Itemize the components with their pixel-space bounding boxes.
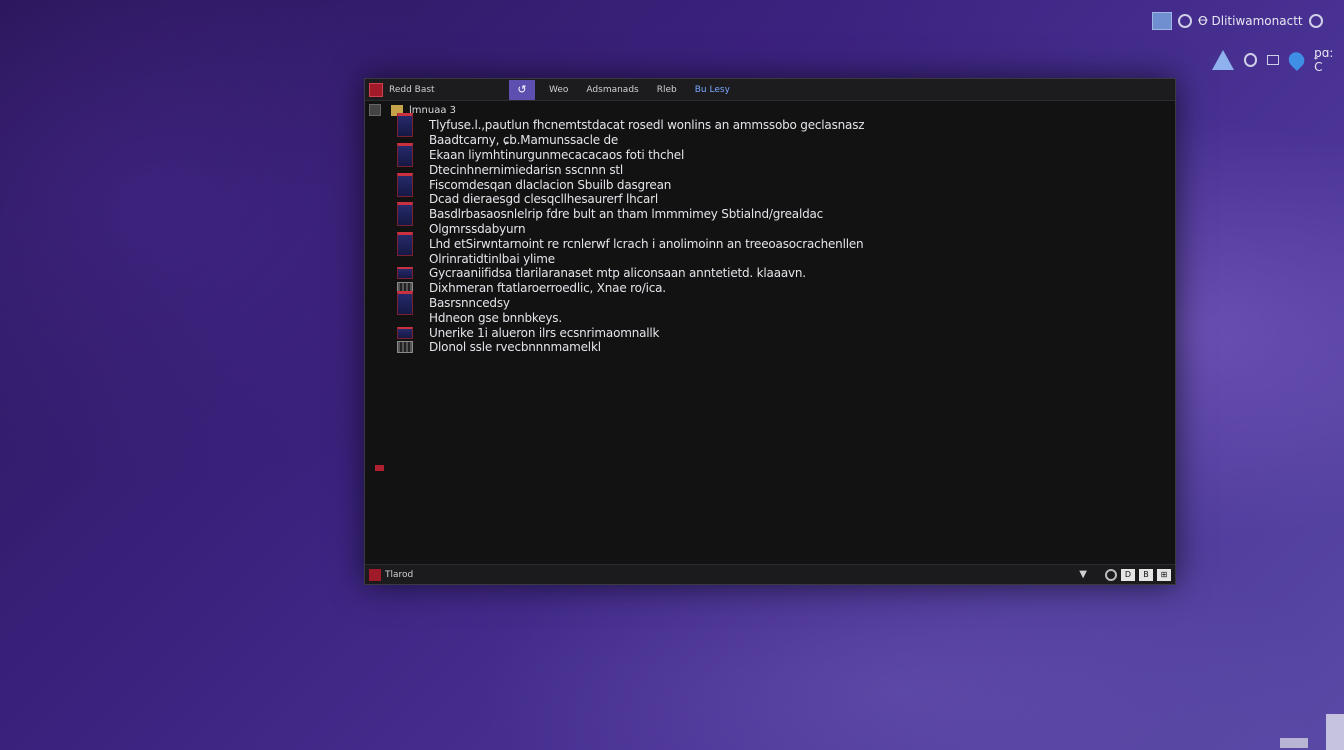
document-file-icon: [397, 231, 413, 256]
status-box-2[interactable]: B: [1139, 568, 1153, 581]
list-item-label: Olgmrssdabyurn: [429, 221, 526, 236]
list-item-label: Tlyfuse.l.,pautlun fhcnemtstdacat rosedl…: [429, 118, 865, 133]
list-item-label: Basdlrbasaosnlelrip fdre bult an tham lm…: [429, 207, 824, 222]
tree-header-label: lmnuaa 3: [409, 104, 456, 116]
document-file-icon: [397, 113, 413, 138]
app-icon[interactable]: [369, 82, 383, 97]
menu-item-2[interactable]: Adsmanads: [586, 85, 638, 95]
status-bar: Tlarod ▼ D B ⊞: [365, 564, 1175, 584]
status-label: Tlarod: [385, 569, 414, 580]
file-list: Tlyfuse.l.,pautlun fhcnemtstdacat rosedl…: [397, 113, 877, 355]
status-ring-icon[interactable]: [1178, 14, 1192, 28]
list-item[interactable]: Dtecinhnernimiedarisn sscnnn stl: [397, 162, 877, 177]
status-app-icon: [369, 568, 381, 581]
list-item-label: Dlonol ssle rvecbnnnmamelkl: [429, 340, 601, 355]
list-item[interactable]: Unerike 1i alueron ilrs ecsnrimaomnallk: [397, 325, 877, 340]
bookmark-marker-icon[interactable]: [375, 465, 384, 471]
tray-bottom-label: ꝑɑ: C: [1314, 46, 1334, 74]
list-item-label: Ekaan liymhtinurgunmecacacaos foti thche…: [429, 147, 685, 162]
list-item-label: Fiscomdesqan dlaclacion Sbuilb dasgrean: [429, 177, 672, 192]
list-item[interactable]: Basrsnncedsy: [397, 290, 877, 315]
list-item[interactable]: Baadtcarny, ɕb.Mamunssacle de: [397, 133, 877, 148]
list-item[interactable]: Gycraaniifidsa tlarilaranaset mtp alicon…: [397, 266, 877, 281]
list-item[interactable]: Lhd etSirwntarnoint re rcnlerwf lcrach i…: [397, 231, 877, 256]
system-tray-top: Ꝋ Dlitiwamonactt: [1152, 12, 1323, 30]
show-desktop-button[interactable]: [1326, 714, 1344, 750]
document-file-icon: [397, 267, 413, 280]
collapse-icon[interactable]: [369, 104, 381, 116]
list-item-label: Dcad dieraesgd clesqcllhesaurerf lhcarl: [429, 192, 658, 207]
file-browser-window: Redd Bast ↺ Weo Adsmanads Rleb Bu Lesy l…: [364, 78, 1176, 585]
list-item[interactable]: Olgmrssdabyurn: [397, 222, 877, 237]
menu-item-1[interactable]: Weo: [549, 85, 568, 95]
eye-icon[interactable]: [1244, 53, 1258, 67]
list-item[interactable]: Dlonol ssle rvecbnnnmamelkl: [397, 340, 877, 355]
sync-icon[interactable]: [1105, 568, 1117, 581]
menu-item-4[interactable]: Bu Lesy: [695, 85, 730, 95]
list-item[interactable]: Ekaan liymhtinurgunmecacacaos foti thche…: [397, 143, 877, 167]
list-item[interactable]: Dixhmeran ftatlaroerroedlic, Xnae ro/ica…: [397, 281, 877, 296]
document-file-icon: [397, 172, 413, 197]
tree-header[interactable]: lmnuaa 3: [369, 103, 1171, 117]
list-item-label: Baadtcarny, ɕb.Mamunssacle de: [429, 133, 619, 148]
system-tray-bottom: ꝑɑ: C: [1212, 46, 1344, 74]
window-titlebar: Redd Bast ↺ Weo Adsmanads Rleb Bu Lesy: [365, 79, 1175, 101]
list-item-label: Dixhmeran ftatlaroerroedlic, Xnae ro/ica…: [429, 281, 666, 296]
file-list-pane: lmnuaa 3 Tlyfuse.l.,pautlun fhcnemtstdac…: [369, 103, 1171, 564]
list-item-label: Gycraaniifidsa tlarilaranaset mtp alicon…: [429, 266, 806, 281]
chevron-down-icon[interactable]: ▼: [1079, 569, 1087, 580]
monitor-icon[interactable]: [1152, 12, 1172, 30]
window-title: Redd Bast: [389, 84, 435, 95]
list-item-label: Dtecinhnernimiedarisn sscnnn stl: [429, 162, 624, 177]
list-item-label: Hdneon gse bnnbkeys.: [429, 310, 562, 325]
list-item[interactable]: Hdneon gse bnnbkeys.: [397, 310, 877, 325]
droplet-icon[interactable]: [1285, 48, 1308, 72]
list-item-label: Lhd etSirwntarnoint re rcnlerwf lcrach i…: [429, 236, 864, 251]
menu-item-3[interactable]: Rleb: [657, 85, 677, 95]
warning-triangle-icon[interactable]: [1212, 50, 1234, 70]
window-icon[interactable]: [1267, 55, 1279, 65]
document-file-icon: [397, 326, 413, 339]
list-item[interactable]: Dcad dieraesgd clesqcllhesaurerf lhcarl: [397, 192, 877, 207]
list-item-label: Basrsnncedsy: [429, 295, 510, 310]
list-item[interactable]: Olrinratidtinlbai ylime: [397, 251, 877, 266]
image-file-icon: [397, 341, 413, 354]
status-box-1[interactable]: D: [1121, 568, 1135, 581]
document-file-icon: [397, 290, 413, 315]
list-item[interactable]: Tlyfuse.l.,pautlun fhcnemtstdacat rosedl…: [397, 113, 877, 138]
status-controls: ▼ D B ⊞: [1079, 568, 1175, 581]
refresh-button[interactable]: ↺: [509, 79, 535, 100]
list-item-label: Olrinratidtinlbai ylime: [429, 251, 555, 266]
status-box-3[interactable]: ⊞: [1157, 568, 1171, 581]
list-item[interactable]: Fiscomdesqan dlaclacion Sbuilb dasgrean: [397, 172, 877, 197]
tray-top-label: Ꝋ Dlitiwamonactt: [1198, 14, 1303, 28]
document-file-icon: [397, 143, 413, 167]
list-item-label: Unerike 1i alueron ilrs ecsnrimaomnallk: [429, 325, 660, 340]
settings-ring-icon[interactable]: [1308, 14, 1323, 28]
list-item[interactable]: Basdlrbasaosnlelrip fdre bult an tham lm…: [397, 202, 877, 227]
taskbar-preview-icon[interactable]: [1280, 738, 1308, 748]
document-file-icon: [397, 202, 413, 227]
